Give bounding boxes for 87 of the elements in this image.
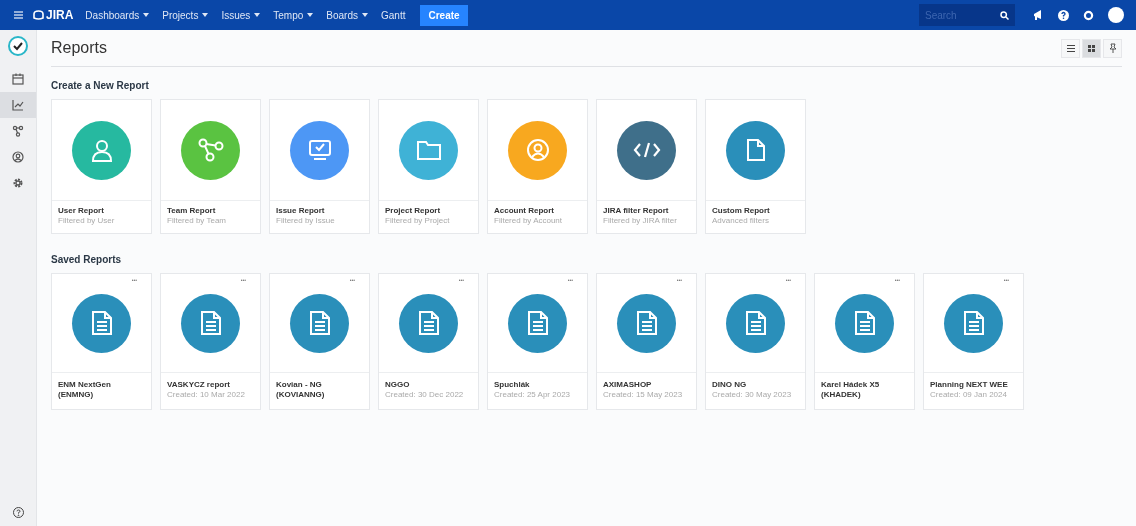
nav-menu-item[interactable]: Issues xyxy=(221,9,251,21)
calendar-icon xyxy=(12,73,24,85)
nav-menu-item[interactable]: Gantt xyxy=(381,9,406,21)
document-icon xyxy=(635,310,658,336)
report-date: Created: 30 Dec 2022 xyxy=(385,390,465,400)
create-button[interactable]: Create xyxy=(420,4,468,26)
document-icon xyxy=(744,310,767,336)
jira-logo[interactable]: JIRA xyxy=(33,8,74,22)
section-title: Create a New Report xyxy=(51,80,150,91)
document-icon xyxy=(853,310,876,336)
report-name: Project Report xyxy=(385,206,442,216)
search-icon[interactable] xyxy=(1000,10,1009,20)
document-icon xyxy=(526,310,549,336)
caret-icon[interactable] xyxy=(254,13,261,17)
report-card[interactable]: Team Report Filtered by Team xyxy=(160,99,261,234)
report-subtitle: Filtered by Project xyxy=(385,216,451,226)
report-name: Kovian - NG (KOVIANNG) xyxy=(276,380,326,400)
report-date: Created: 25 Apr 2023 xyxy=(494,390,572,400)
view-toggle[interactable] xyxy=(1082,38,1101,58)
caret-icon[interactable] xyxy=(143,13,150,17)
settings-icon[interactable] xyxy=(1083,9,1094,21)
report-card[interactable]: Custom Report Advanced filters xyxy=(705,99,806,234)
view-toggle[interactable] xyxy=(1103,38,1122,58)
menu-icon[interactable] xyxy=(14,11,23,19)
report-subtitle: Advanced filters xyxy=(712,216,770,226)
report-subtitle: Filtered by Team xyxy=(167,216,227,226)
document-icon xyxy=(417,310,440,336)
report-name: NGGO xyxy=(385,380,411,390)
report-name: Custom Report xyxy=(712,206,771,216)
report-name: DINO NG xyxy=(712,380,748,390)
report-date: Created: 30 May 2023 xyxy=(712,390,793,400)
report-subtitle: Filtered by Account xyxy=(494,216,564,226)
caret-icon[interactable] xyxy=(307,13,314,17)
settings-icon xyxy=(12,177,24,189)
report-name: ENM NextGen (ENMNG) xyxy=(58,380,112,400)
report-card[interactable]: JIRA filter Report Filtered by JIRA filter xyxy=(596,99,697,234)
report-name: Planning NEXT WEE xyxy=(930,380,1009,390)
report-name: Account Report xyxy=(494,206,555,216)
nav-menu-item[interactable]: Boards xyxy=(326,9,358,21)
report-card[interactable]: Account Report Filtered by Account xyxy=(487,99,588,234)
report-card[interactable]: Project Report Filtered by Project xyxy=(378,99,479,234)
caret-icon[interactable] xyxy=(202,13,209,17)
document-icon xyxy=(199,310,222,336)
grid-icon xyxy=(1088,44,1095,52)
caret-icon[interactable] xyxy=(362,13,368,17)
report-name: User Report xyxy=(58,206,105,216)
nav-menu-item[interactable]: Projects xyxy=(162,9,199,21)
account-icon xyxy=(525,138,550,162)
document-icon xyxy=(308,310,331,336)
app-logo[interactable] xyxy=(8,36,28,56)
report-card[interactable]: User Report Filtered by User xyxy=(51,99,152,234)
report-date: Created: 15 May 2023 xyxy=(603,390,684,400)
report-card[interactable]: Issue Report Filtered by Issue xyxy=(269,99,370,234)
monitor-icon xyxy=(307,139,332,161)
view-toggle[interactable] xyxy=(1061,38,1080,58)
nodes-icon xyxy=(12,125,24,137)
report-name: Karel Hádek X5 (KHADEK) xyxy=(821,380,881,400)
folder-icon xyxy=(415,139,442,161)
section-title: Saved Reports xyxy=(51,254,123,265)
nodes-icon xyxy=(197,138,224,162)
help-icon[interactable] xyxy=(12,507,24,518)
report-name: Issue Report xyxy=(276,206,326,216)
user-icon xyxy=(89,138,114,162)
report-subtitle: Filtered by User xyxy=(58,216,116,226)
report-date: Created: 09 Jan 2024 xyxy=(930,390,1008,400)
document-icon xyxy=(962,310,985,336)
help-icon[interactable] xyxy=(1058,9,1069,21)
account-icon xyxy=(12,151,24,163)
report-name: JIRA filter Report xyxy=(603,206,670,216)
page-title: Reports xyxy=(51,39,109,57)
report-name: VASKYCZ report xyxy=(167,380,231,390)
nav-menu-item[interactable]: Dashboards xyxy=(85,9,140,21)
document-icon xyxy=(90,310,113,336)
report-subtitle: Filtered by Issue xyxy=(276,216,336,226)
chart-icon xyxy=(12,99,24,111)
report-subtitle: Filtered by JIRA filter xyxy=(603,216,678,226)
code-icon xyxy=(632,141,661,159)
list-icon xyxy=(1066,44,1075,52)
pin-icon xyxy=(1108,43,1117,53)
avatar[interactable] xyxy=(1108,7,1124,23)
file-icon xyxy=(745,138,766,162)
nav-menu-item[interactable]: Tempo xyxy=(273,9,304,21)
report-name: AXIMASHOP xyxy=(603,380,653,390)
report-name: Team Report xyxy=(167,206,217,216)
report-name: Spuchlák xyxy=(494,380,531,390)
report-date: Created: 10 Mar 2022 xyxy=(167,390,246,400)
megaphone-icon[interactable] xyxy=(1033,10,1044,20)
